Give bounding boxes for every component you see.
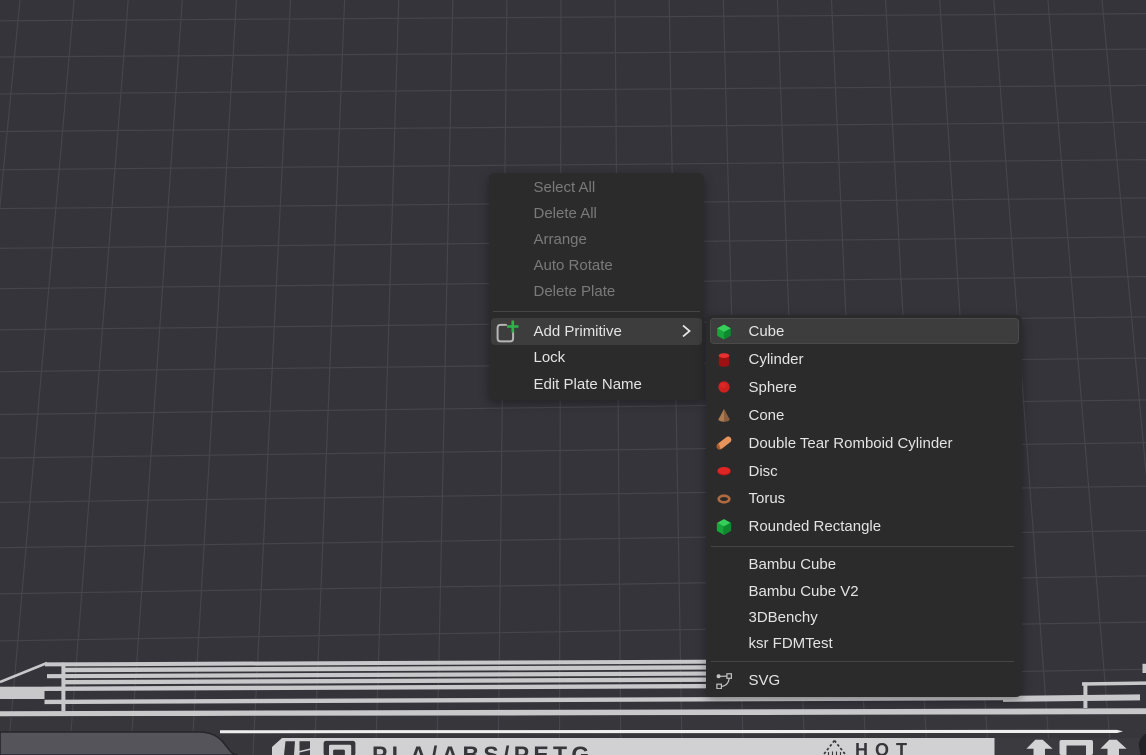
svg-text:PLA/ABS/PETG: PLA/ABS/PETG bbox=[372, 742, 594, 755]
svg-text:HOT: HOT bbox=[855, 740, 914, 755]
